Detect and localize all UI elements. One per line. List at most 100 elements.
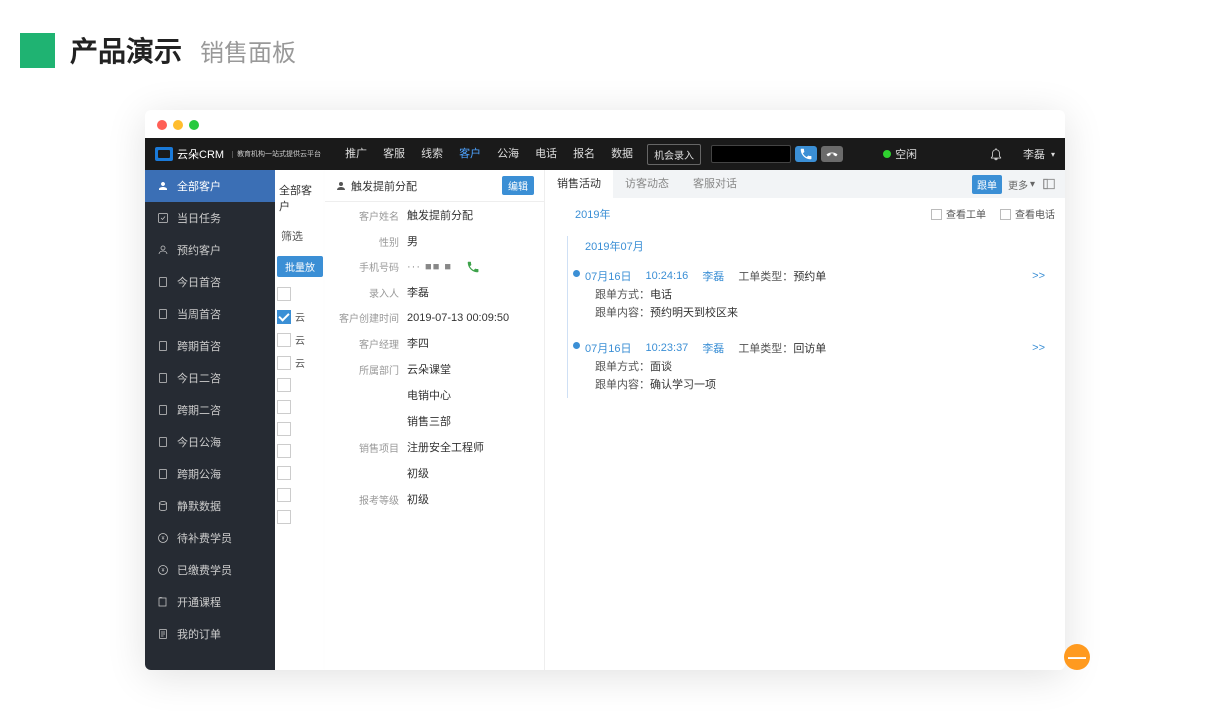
status-label: 空闲 <box>895 146 917 162</box>
doc-icon <box>157 404 169 416</box>
timeline-entry[interactable]: 07月16日 10:24:16 李磊 工单类型：预约单 >> 跟单方式：电话 跟… <box>585 264 1055 324</box>
sidebar-item-week-first[interactable]: 当周首咨 <box>145 298 275 330</box>
zoom-icon[interactable] <box>189 120 199 130</box>
view-calls-toggle[interactable]: 查看电话 <box>1000 206 1055 221</box>
sidebar-item-label: 跨期公海 <box>177 466 221 482</box>
accent-block <box>20 33 55 68</box>
hangup-button[interactable] <box>821 146 843 162</box>
checkbox-row[interactable] <box>277 488 291 502</box>
sidebar-item-label: 当周首咨 <box>177 306 221 322</box>
detail-title: 触发提前分配 <box>351 178 417 194</box>
checkbox-row[interactable] <box>277 333 291 347</box>
phone-icon[interactable] <box>466 260 480 274</box>
sidebar-item-label: 今日首咨 <box>177 274 221 290</box>
checkbox-row[interactable] <box>277 310 291 324</box>
mac-window-controls <box>145 110 1065 138</box>
users-icon <box>157 180 169 192</box>
sidebar-item-cross-public[interactable]: 跨期公海 <box>145 458 275 490</box>
checkbox-row[interactable] <box>277 510 291 524</box>
layout-icon[interactable] <box>1041 176 1057 192</box>
row-text: 云 <box>295 332 305 347</box>
entry-content: 跟单内容：预约明天到校区来 <box>585 302 1055 320</box>
checkbox-row[interactable] <box>277 356 291 370</box>
cloud-icon <box>155 147 173 161</box>
doc-icon <box>157 436 169 448</box>
money-icon: ¥ <box>157 532 169 544</box>
svg-text:¥: ¥ <box>162 536 165 542</box>
expand-arrow-icon[interactable]: >> <box>1032 342 1055 354</box>
nav-leads[interactable]: 线索 <box>413 138 451 170</box>
row-text: 云 <box>295 355 305 370</box>
phone-icon <box>799 147 813 161</box>
timeline-entry[interactable]: 07月16日 10:23:37 李磊 工单类型：回访单 >> 跟单方式：面谈 跟… <box>585 336 1055 396</box>
call-button[interactable] <box>795 146 817 162</box>
nav-data[interactable]: 数据 <box>603 138 641 170</box>
more-button[interactable]: 更多▾ <box>1008 177 1035 192</box>
follow-button[interactable]: 跟单 <box>972 175 1002 194</box>
sidebar-item-cross-second[interactable]: 跨期二咨 <box>145 394 275 426</box>
field-label: 客户经理 <box>335 336 399 351</box>
checkbox-row[interactable] <box>277 400 291 414</box>
nav-service[interactable]: 客服 <box>375 138 413 170</box>
sidebar-item-today-first[interactable]: 今日首咨 <box>145 266 275 298</box>
nav-promote[interactable]: 推广 <box>337 138 375 170</box>
help-fab-button[interactable]: — <box>1064 644 1090 670</box>
view-workorders-toggle[interactable]: 查看工单 <box>931 206 986 221</box>
list-header: 全部客户 <box>275 178 325 222</box>
chevron-down-icon[interactable]: ▾ <box>1051 150 1055 159</box>
activity-timeline: 2019年07月 07月16日 10:24:16 李磊 工单类型：预约单 >> … <box>545 228 1065 408</box>
nav-customers[interactable]: 客户 <box>451 138 489 170</box>
database-icon <box>157 500 169 512</box>
checkbox-row[interactable] <box>277 378 291 392</box>
user-name[interactable]: 李磊 <box>1023 146 1045 162</box>
field-value: 触发提前分配 <box>399 207 534 223</box>
tab-sales-activity[interactable]: 销售活动 <box>545 170 613 198</box>
opportunity-entry-button[interactable]: 机会录入 <box>647 144 701 165</box>
sidebar-item-unpaid[interactable]: ¥ 待补费学员 <box>145 522 275 554</box>
search-input[interactable] <box>711 145 791 163</box>
nav-public[interactable]: 公海 <box>489 138 527 170</box>
customer-list-slice: 全部客户 筛选 批量放 云 云 云 <box>275 170 325 670</box>
tab-service-chat[interactable]: 客服对话 <box>681 170 749 198</box>
sidebar-item-label: 今日公海 <box>177 434 221 450</box>
checkbox-row[interactable] <box>277 422 291 436</box>
sidebar-item-orders[interactable]: 我的订单 <box>145 618 275 650</box>
batch-button[interactable]: 批量放 <box>277 256 323 277</box>
field-label: 客户创建时间 <box>335 310 399 325</box>
checkbox-row[interactable] <box>277 444 291 458</box>
field-value: 云朵课堂 <box>399 361 534 377</box>
checkbox-head[interactable] <box>277 287 291 301</box>
sidebar: 全部客户 当日任务 预约客户 今日首咨 当周首咨 跨期首咨 <box>145 170 275 670</box>
sidebar-item-label: 全部客户 <box>177 178 221 194</box>
bell-icon[interactable] <box>989 147 1003 161</box>
sidebar-item-paid[interactable]: ¥ 已缴费学员 <box>145 554 275 586</box>
sidebar-item-appointments[interactable]: 预约客户 <box>145 234 275 266</box>
brand-logo[interactable]: 云朵CRM 教育机构一站式提供云平台 <box>155 146 321 162</box>
top-nav: 推广 客服 线索 客户 公海 电话 报名 数据 <box>337 138 641 170</box>
sidebar-item-courses[interactable]: 开通课程 <box>145 586 275 618</box>
sidebar-item-today-second[interactable]: 今日二咨 <box>145 362 275 394</box>
nav-phone[interactable]: 电话 <box>527 138 565 170</box>
expand-arrow-icon[interactable]: >> <box>1032 270 1055 282</box>
sidebar-item-cross-first[interactable]: 跨期首咨 <box>145 330 275 362</box>
customer-detail-panel: 触发提前分配 编辑 客户姓名触发提前分配 性别男 手机号码 ··· ■■ ■ 录… <box>325 170 545 670</box>
entry-method: 跟单方式：面谈 <box>585 356 1055 374</box>
filter-label[interactable]: 筛选 <box>275 222 325 250</box>
nav-signup[interactable]: 报名 <box>565 138 603 170</box>
field-label: 报考等级 <box>335 492 399 507</box>
tab-visitor[interactable]: 访客动态 <box>613 170 681 198</box>
page-header: 产品演示 销售面板 <box>0 0 1210 80</box>
checkbox-row[interactable] <box>277 466 291 480</box>
topbar: 云朵CRM 教育机构一站式提供云平台 推广 客服 线索 客户 公海 电话 报名 … <box>145 138 1065 170</box>
close-icon[interactable] <box>157 120 167 130</box>
sidebar-item-label: 已缴费学员 <box>177 562 232 578</box>
check-square-icon <box>157 212 169 224</box>
edit-button[interactable]: 编辑 <box>502 176 534 195</box>
sidebar-item-today-public[interactable]: 今日公海 <box>145 426 275 458</box>
minimize-icon[interactable] <box>173 120 183 130</box>
page-title: 产品演示 <box>70 30 182 70</box>
sidebar-item-today-tasks[interactable]: 当日任务 <box>145 202 275 234</box>
sidebar-item-all-customers[interactable]: 全部客户 <box>145 170 275 202</box>
sidebar-item-silent[interactable]: 静默数据 <box>145 490 275 522</box>
app-window: 云朵CRM 教育机构一站式提供云平台 推广 客服 线索 客户 公海 电话 报名 … <box>145 110 1065 670</box>
